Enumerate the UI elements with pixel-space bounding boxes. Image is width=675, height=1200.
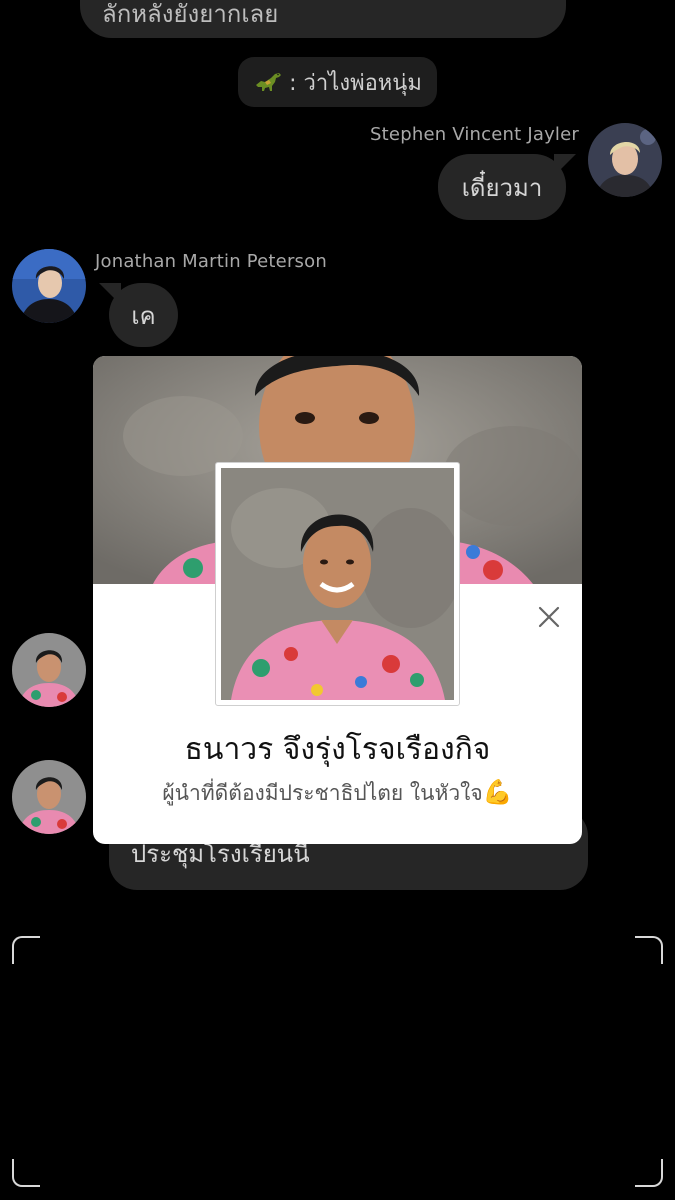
profile-card: ธนาวร จึงรุ่งโรจเรืองกิจ ผู้นำที่ดีต้องม… <box>93 356 582 844</box>
close-icon <box>538 606 560 628</box>
chat-screen: ลักหลังยังยากเลย : ว่าไงพ่อหนุ่ม Stephen… <box>0 0 675 1200</box>
system-message-text: : ว่าไงพ่อหนุ่ม <box>289 70 422 96</box>
sender-name-jonathan: Jonathan Martin Peterson <box>95 251 327 272</box>
frame-corner-bottom-right <box>635 1159 663 1187</box>
system-message: : ว่าไงพ่อหนุ่ม <box>238 57 437 107</box>
profile-name: ธนาวร จึงรุ่งโรจเรืองกิจ <box>184 732 491 767</box>
dinosaur-icon <box>253 69 283 95</box>
avatar-jonathan[interactable] <box>12 249 86 323</box>
message-text: เค <box>131 301 156 330</box>
profile-bio: ผู้นำที่ดีต้องมีประชาธิปไตย ในหัวใจ💪 <box>93 777 582 810</box>
avatar-stephen[interactable] <box>588 123 662 197</box>
avatar-sender[interactable] <box>12 633 86 707</box>
frame-corner-bottom-left <box>12 1159 40 1187</box>
avatar-sender[interactable] <box>12 760 86 834</box>
message-text: เดี๋ยวมา <box>461 173 543 202</box>
message-text: ลักหลังยังยากเลย <box>102 0 279 28</box>
frame-corner-top-left <box>12 936 40 964</box>
frame-corner-top-right <box>635 936 663 964</box>
chat-bubble-top[interactable]: ลักหลังยังยากเลย <box>80 0 566 38</box>
profile-photo[interactable] <box>215 462 460 706</box>
close-button[interactable] <box>534 602 564 632</box>
sender-name-stephen: Stephen Vincent Jayler <box>370 124 579 145</box>
flexed-biceps-icon: 💪 <box>482 778 513 806</box>
chat-bubble-jonathan[interactable]: เค <box>109 283 178 347</box>
profile-bio-text: ผู้นำที่ดีต้องมีประชาธิปไตย ในหัวใจ <box>162 781 483 805</box>
chat-bubble-stephen[interactable]: เดี๋ยวมา <box>438 154 566 220</box>
